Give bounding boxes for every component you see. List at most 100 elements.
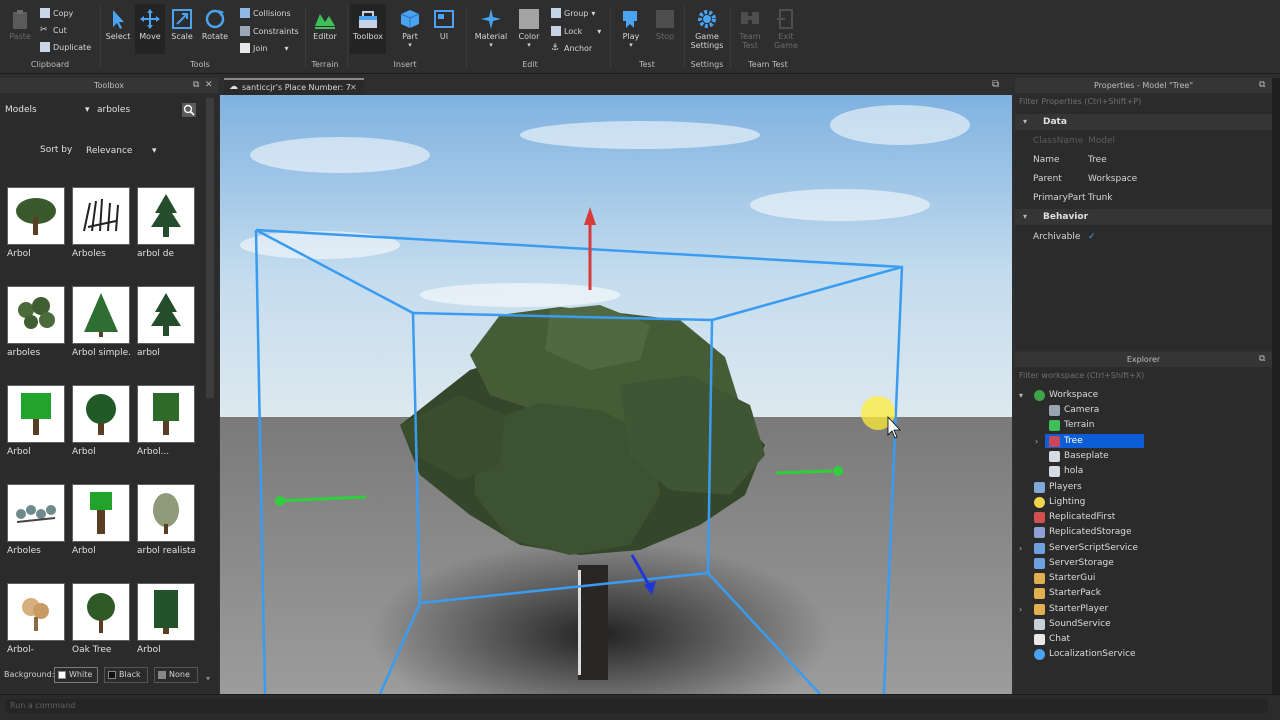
asset-tile[interactable]: arbol xyxy=(137,286,195,358)
asset-tile[interactable]: Arbol xyxy=(7,385,65,457)
game-settings-button[interactable]: Game Settings xyxy=(689,8,725,50)
color-label: Color xyxy=(518,32,540,41)
group-button[interactable]: Group ▾ xyxy=(551,8,595,18)
category-dropdown[interactable]: Models ▾ xyxy=(5,102,93,118)
copy-label: Copy xyxy=(53,8,74,18)
expand-arrow-icon[interactable]: ▾ xyxy=(1019,391,1023,400)
viewport-toggle-icon[interactable]: ⧉ xyxy=(992,79,999,90)
right-scrollbar[interactable] xyxy=(1272,78,1280,694)
rotate-tool-button[interactable]: Rotate xyxy=(199,8,231,41)
move-tool-button[interactable]: Move xyxy=(135,4,165,54)
bg-white-button[interactable]: White xyxy=(54,667,98,683)
bg-none-button[interactable]: None xyxy=(154,667,198,683)
properties-filter-input[interactable]: Filter Properties (Ctrl+Shift+P) xyxy=(1015,95,1272,109)
category-value: Models xyxy=(5,105,37,115)
terrain-editor-button[interactable]: Editor xyxy=(308,8,342,41)
constraints-toggle[interactable]: Constraints xyxy=(240,26,299,36)
tree-trunk[interactable] xyxy=(578,565,608,680)
search-button[interactable] xyxy=(182,103,196,117)
prop-row-primarypart[interactable]: PrimaryPart Trunk xyxy=(1015,189,1272,208)
ui-button[interactable]: UI xyxy=(430,8,458,41)
explorer-item-label: SoundService xyxy=(1049,619,1111,629)
prop-row-parent[interactable]: Parent Workspace xyxy=(1015,170,1272,189)
starter-pack-icon xyxy=(1034,588,1045,599)
toolbox-button[interactable]: Toolbox xyxy=(350,4,386,54)
join-dropdown-icon[interactable]: ▾ xyxy=(285,44,289,53)
prop-row-name[interactable]: Name Tree xyxy=(1015,151,1272,170)
copy-button[interactable]: Copy xyxy=(40,8,73,18)
anchor-button[interactable]: ⚓ Anchor xyxy=(551,43,592,53)
expand-arrow-icon[interactable]: › xyxy=(1019,544,1022,553)
asset-label: Arbol xyxy=(137,645,161,655)
place-tab[interactable]: ☁ santiccjr's Place Number: 7 ✕ xyxy=(224,78,364,95)
asset-tile[interactable]: Oak Tree xyxy=(72,583,130,655)
command-input[interactable]: Run a command xyxy=(6,699,1268,713)
dock-icon[interactable]: ⧉ xyxy=(193,80,199,90)
asset-tile[interactable]: Arbol simple. xyxy=(72,286,130,358)
stop-button[interactable]: Stop xyxy=(651,8,679,41)
expand-arrow-icon[interactable]: › xyxy=(1019,605,1022,614)
sort-dropdown[interactable]: Relevance ▾ xyxy=(84,143,162,159)
asset-tile[interactable]: Arbol xyxy=(137,583,195,655)
chat-icon xyxy=(1034,634,1045,645)
exit-game-button[interactable]: Exit Game xyxy=(772,8,800,50)
asset-tile[interactable]: Arboles xyxy=(72,187,130,259)
scroll-down-icon[interactable]: ▾ xyxy=(206,674,210,683)
play-button[interactable]: Play ▾ xyxy=(616,8,646,49)
server-script-icon xyxy=(1034,543,1045,554)
toolbox-scrollbar[interactable]: ▾ xyxy=(204,96,216,688)
scale-tool-button[interactable]: Scale xyxy=(167,8,197,41)
asset-tile[interactable]: arbol realista xyxy=(137,484,195,556)
asset-tile[interactable]: Arbol xyxy=(72,385,130,457)
asset-tile[interactable]: Arbol... xyxy=(137,385,195,457)
move-right-handle[interactable] xyxy=(833,466,843,476)
close-icon[interactable]: ✕ xyxy=(205,80,213,90)
part-button[interactable]: Part ▾ xyxy=(395,8,425,49)
team-test-icon xyxy=(741,12,759,24)
collisions-toggle[interactable]: Collisions xyxy=(240,8,291,18)
join-toggle[interactable]: Join ▾ xyxy=(240,43,289,53)
close-tab-icon[interactable]: ✕ xyxy=(350,80,357,95)
color-button[interactable]: Color ▾ xyxy=(514,8,544,49)
move-left-handle[interactable] xyxy=(275,496,285,506)
asset-tile[interactable]: arboles xyxy=(7,286,65,358)
section-data[interactable]: ▾ Data xyxy=(1015,114,1272,130)
asset-label: arbol de xyxy=(137,249,175,259)
asset-tile[interactable]: Arbol xyxy=(72,484,130,556)
sort-value: Relevance xyxy=(86,146,133,156)
asset-label: arboles xyxy=(7,348,41,358)
material-button[interactable]: Material ▾ xyxy=(472,8,510,49)
select-tool-button[interactable]: Select xyxy=(103,8,133,41)
prop-key: Name xyxy=(1033,155,1060,165)
lock-dropdown-icon[interactable]: ▾ xyxy=(597,27,601,36)
asset-tile[interactable]: Arbol xyxy=(7,187,65,259)
asset-label: Oak Tree xyxy=(72,645,112,655)
asset-tile[interactable]: Arboles xyxy=(7,484,65,556)
group-dropdown-icon[interactable]: ▾ xyxy=(591,9,595,18)
prop-row-archivable[interactable]: Archivable ✓ xyxy=(1015,228,1272,247)
scrollbar-thumb[interactable] xyxy=(206,98,214,398)
asset-thumbnail xyxy=(72,385,130,443)
paste-button[interactable]: Paste xyxy=(6,8,34,41)
duplicate-button[interactable]: Duplicate xyxy=(40,42,91,52)
lock-button[interactable]: Lock ▾ xyxy=(551,26,601,36)
section-behavior[interactable]: ▾ Behavior xyxy=(1015,209,1272,225)
ribbon-separator xyxy=(730,6,731,68)
dock-icon[interactable]: ⧉ xyxy=(1259,80,1265,90)
scene[interactable] xyxy=(220,95,1012,694)
cut-button[interactable]: ✂ Cut xyxy=(40,25,67,35)
explorer-filter-input[interactable]: Filter workspace (Ctrl+Shift+X) xyxy=(1015,369,1272,383)
team-test-button[interactable]: Team Test xyxy=(736,8,764,50)
asset-tile[interactable]: arbol de xyxy=(137,187,195,259)
ribbon-separator xyxy=(347,6,348,68)
bg-black-button[interactable]: Black xyxy=(104,667,148,683)
expand-arrow-icon[interactable]: › xyxy=(1035,437,1038,446)
3d-viewport[interactable] xyxy=(220,95,1012,694)
model-icon xyxy=(1049,436,1060,447)
archivable-checkbox[interactable]: ✓ xyxy=(1088,228,1096,247)
asset-label: Arbol xyxy=(7,447,31,457)
prop-row-classname[interactable]: ClassName Model xyxy=(1015,132,1272,151)
asset-tile[interactable]: Arbol- xyxy=(7,583,65,655)
dock-icon[interactable]: ⧉ xyxy=(1259,354,1265,364)
asset-thumbnail xyxy=(7,286,65,344)
